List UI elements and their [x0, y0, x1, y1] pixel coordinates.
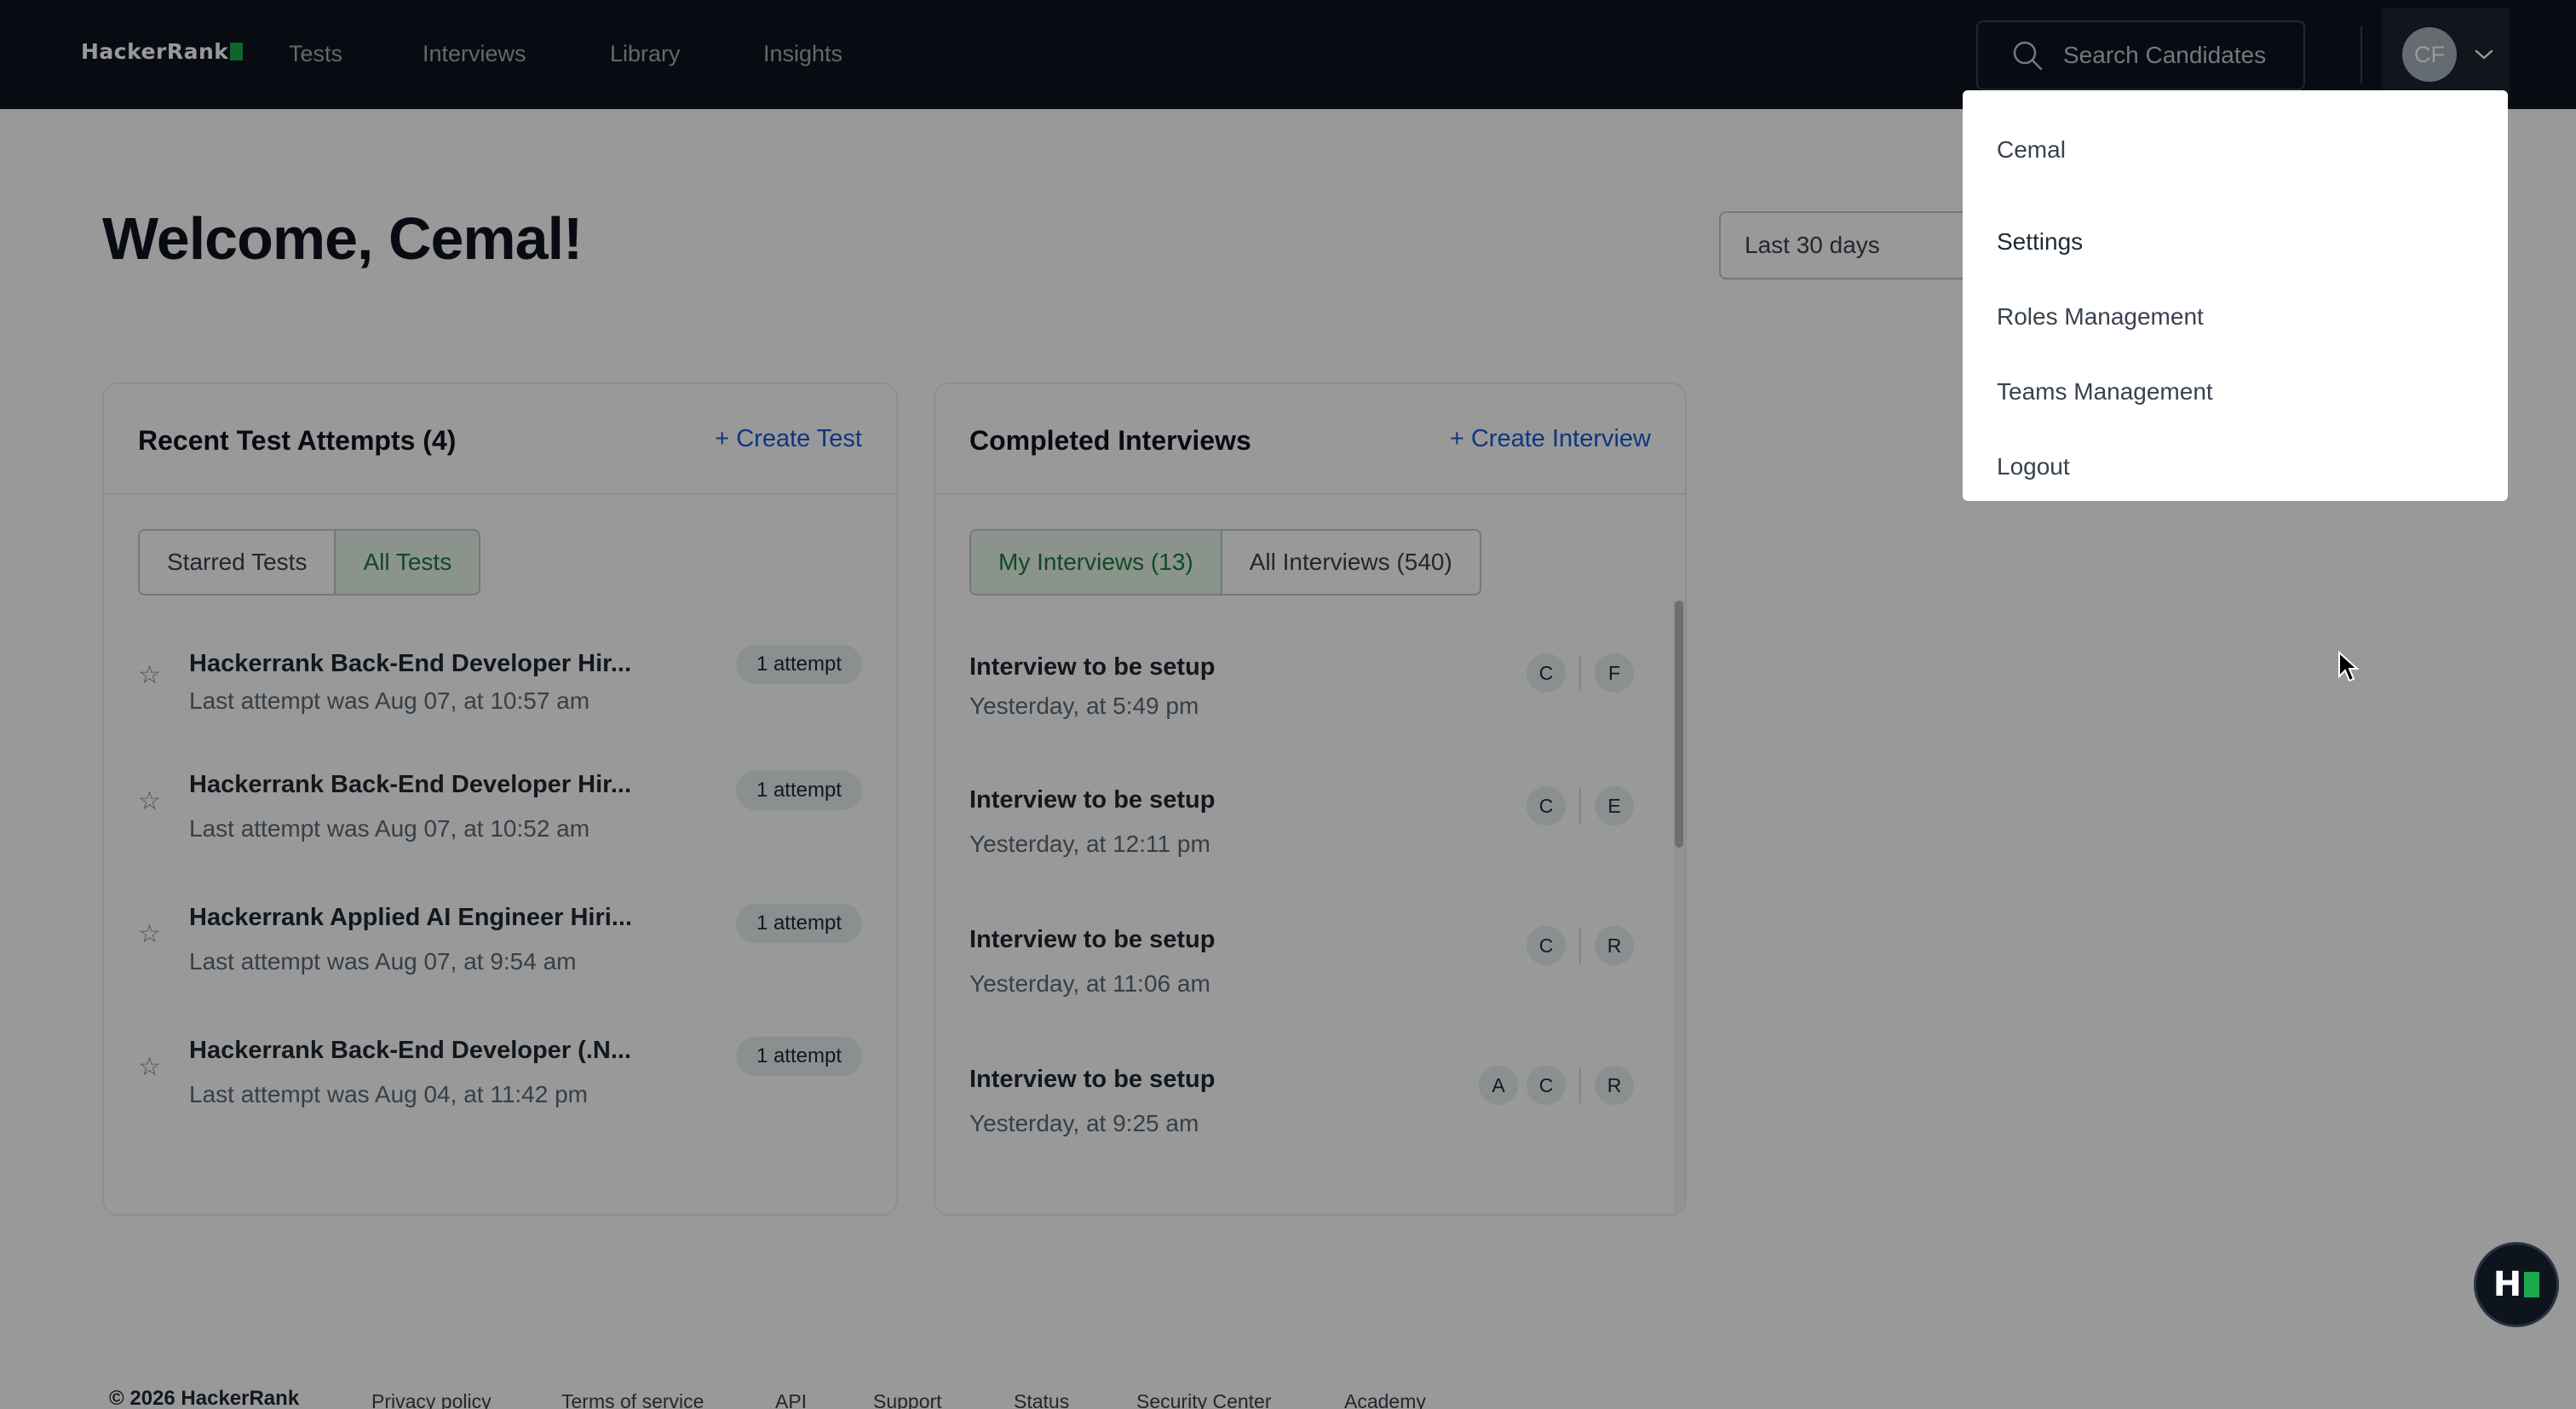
- nav-divider: [2360, 26, 2362, 83]
- interview-title[interactable]: Interview to be setup: [969, 653, 1215, 681]
- page-title: Welcome, Cemal!: [102, 205, 583, 272]
- participant-divider: [1579, 928, 1581, 963]
- help-logo-icon: H: [2493, 1265, 2522, 1304]
- completed-interviews-card: Completed Interviews + Create Interview …: [934, 382, 1687, 1216]
- footer-link-academy[interactable]: Academy: [1344, 1390, 1426, 1409]
- card-title: Completed Interviews: [969, 425, 1251, 456]
- help-chat-button[interactable]: H: [2474, 1242, 2559, 1327]
- nav-link-tests[interactable]: Tests: [289, 41, 342, 67]
- interview-filter-toggle: My Interviews (13) All Interviews (540): [969, 529, 1481, 595]
- interview-participants: C E: [1527, 786, 1634, 825]
- menu-user-name: Cemal: [1997, 136, 2066, 163]
- attempt-count-badge: 1 attempt: [735, 904, 862, 943]
- interview-participants: C R: [1527, 926, 1634, 965]
- help-logo-square-icon: [2524, 1272, 2540, 1297]
- interviewer-avatar: C: [1527, 786, 1566, 825]
- footer-link-api[interactable]: API: [775, 1390, 807, 1409]
- attempt-count-badge: 1 attempt: [735, 645, 862, 684]
- participant-divider: [1579, 1067, 1581, 1103]
- participant-divider: [1579, 788, 1581, 824]
- search-candidates-input[interactable]: Search Candidates: [1976, 20, 2305, 90]
- search-placeholder: Search Candidates: [2063, 42, 2267, 68]
- test-last-attempt: Last attempt was Aug 07, at 10:57 am: [189, 687, 590, 714]
- logo-square-icon: [230, 43, 244, 60]
- footer-link-status[interactable]: Status: [1014, 1390, 1069, 1409]
- candidate-avatar: R: [1595, 926, 1634, 965]
- menu-item-settings[interactable]: Settings: [1973, 204, 2501, 279]
- test-last-attempt: Last attempt was Aug 07, at 9:54 am: [189, 948, 577, 975]
- interview-title[interactable]: Interview to be setup: [969, 786, 1215, 814]
- menu-item-teams-management[interactable]: Teams Management: [1963, 354, 2508, 429]
- test-attempt-row[interactable]: ☆ Hackerrank Back-End Developer (.N... L…: [104, 1025, 896, 1144]
- test-last-attempt: Last attempt was Aug 07, at 10:52 am: [189, 815, 590, 842]
- test-title[interactable]: Hackerrank Back-End Developer Hir...: [189, 771, 631, 799]
- interview-title[interactable]: Interview to be setup: [969, 926, 1215, 954]
- nav-link-library[interactable]: Library: [610, 41, 681, 67]
- interview-row[interactable]: Interview to be setup Yesterday, at 11:0…: [935, 909, 1685, 1028]
- test-filter-toggle: Starred Tests All Tests: [138, 529, 481, 595]
- attempt-count-badge: 1 attempt: [735, 1037, 862, 1076]
- interview-row[interactable]: Interview to be setup Yesterday, at 9:25…: [935, 1049, 1685, 1168]
- test-attempt-row[interactable]: ☆ Hackerrank Applied AI Engineer Hiri...…: [104, 892, 896, 1011]
- footer-link-terms[interactable]: Terms of service: [561, 1390, 704, 1409]
- menu-item-logout[interactable]: Logout: [1963, 429, 2508, 504]
- menu-item-roles-management[interactable]: Roles Management: [1963, 279, 2508, 354]
- interview-participants: A C R: [1479, 1066, 1634, 1105]
- footer-copyright: © 2026 HackerRank: [109, 1387, 300, 1409]
- interview-time: Yesterday, at 9:25 am: [969, 1110, 1199, 1136]
- search-icon: [2013, 41, 2043, 71]
- chevron-down-icon: [2475, 49, 2493, 60]
- footer-link-support[interactable]: Support: [873, 1390, 942, 1409]
- interviewer-avatar: A: [1479, 1066, 1518, 1105]
- interview-time: Yesterday, at 12:11 pm: [969, 831, 1210, 857]
- footer-link-security-center[interactable]: Security Center: [1136, 1390, 1272, 1409]
- nav-link-insights[interactable]: Insights: [763, 41, 842, 67]
- star-icon[interactable]: ☆: [138, 663, 162, 688]
- create-interview-link[interactable]: + Create Interview: [1450, 425, 1651, 453]
- interview-time: Yesterday, at 11:06 am: [969, 970, 1210, 997]
- nav-link-interviews[interactable]: Interviews: [423, 41, 526, 67]
- test-title[interactable]: Hackerrank Applied AI Engineer Hiri...: [189, 904, 632, 932]
- all-tests-tab[interactable]: All Tests: [334, 531, 480, 594]
- star-icon[interactable]: ☆: [138, 789, 162, 814]
- card-header: Recent Test Attempts (4) + Create Test: [104, 384, 896, 495]
- star-icon[interactable]: ☆: [138, 1055, 162, 1080]
- date-range-select[interactable]: Last 30 days: [1719, 211, 2000, 279]
- interviews-scrollbar[interactable]: [1673, 601, 1685, 1214]
- interview-title[interactable]: Interview to be setup: [969, 1066, 1215, 1094]
- brand-name: HackerRank: [81, 39, 229, 64]
- candidate-avatar: F: [1595, 653, 1634, 693]
- interviewer-avatar: C: [1527, 926, 1566, 965]
- test-last-attempt: Last attempt was Aug 04, at 11:42 pm: [189, 1081, 588, 1107]
- participant-divider: [1579, 655, 1581, 691]
- avatar: CF: [2402, 27, 2457, 82]
- my-interviews-tab[interactable]: My Interviews (13): [971, 531, 1221, 594]
- profile-menu-button[interactable]: CF: [2382, 9, 2510, 101]
- attempt-count-badge: 1 attempt: [735, 771, 862, 810]
- hackerrank-logo[interactable]: HackerRank: [81, 39, 244, 64]
- card-header: Completed Interviews + Create Interview: [935, 384, 1685, 495]
- footer-link-privacy[interactable]: Privacy policy: [371, 1390, 492, 1409]
- create-test-link[interactable]: + Create Test: [715, 425, 862, 453]
- recent-test-attempts-card: Recent Test Attempts (4) + Create Test S…: [102, 382, 898, 1216]
- test-attempt-row[interactable]: ☆ Hackerrank Back-End Developer Hir... L…: [104, 631, 896, 751]
- scrollbar-thumb[interactable]: [1675, 601, 1683, 848]
- interview-row[interactable]: Interview to be setup Yesterday, at 12:1…: [935, 769, 1685, 889]
- interview-participants: C F: [1527, 653, 1634, 693]
- interview-row[interactable]: Interview to be setup Yesterday, at 5:49…: [935, 636, 1685, 756]
- candidate-avatar: R: [1595, 1066, 1634, 1105]
- test-title[interactable]: Hackerrank Back-End Developer (.N...: [189, 1037, 631, 1065]
- candidate-avatar: E: [1595, 786, 1634, 825]
- interview-time: Yesterday, at 5:49 pm: [969, 693, 1199, 719]
- test-attempt-row[interactable]: ☆ Hackerrank Back-End Developer Hir... L…: [104, 759, 896, 878]
- all-interviews-tab[interactable]: All Interviews (540): [1220, 531, 1480, 594]
- interviewer-avatar: C: [1527, 1066, 1566, 1105]
- profile-dropdown-menu: Cemal Settings Roles Management Teams Ma…: [1963, 90, 2508, 501]
- starred-tests-tab[interactable]: Starred Tests: [140, 531, 335, 594]
- star-icon[interactable]: ☆: [138, 922, 162, 947]
- mouse-cursor-icon: [2338, 651, 2360, 682]
- test-title[interactable]: Hackerrank Back-End Developer Hir...: [189, 650, 631, 678]
- card-title: Recent Test Attempts (4): [138, 425, 457, 456]
- interviewer-avatar: C: [1527, 653, 1566, 693]
